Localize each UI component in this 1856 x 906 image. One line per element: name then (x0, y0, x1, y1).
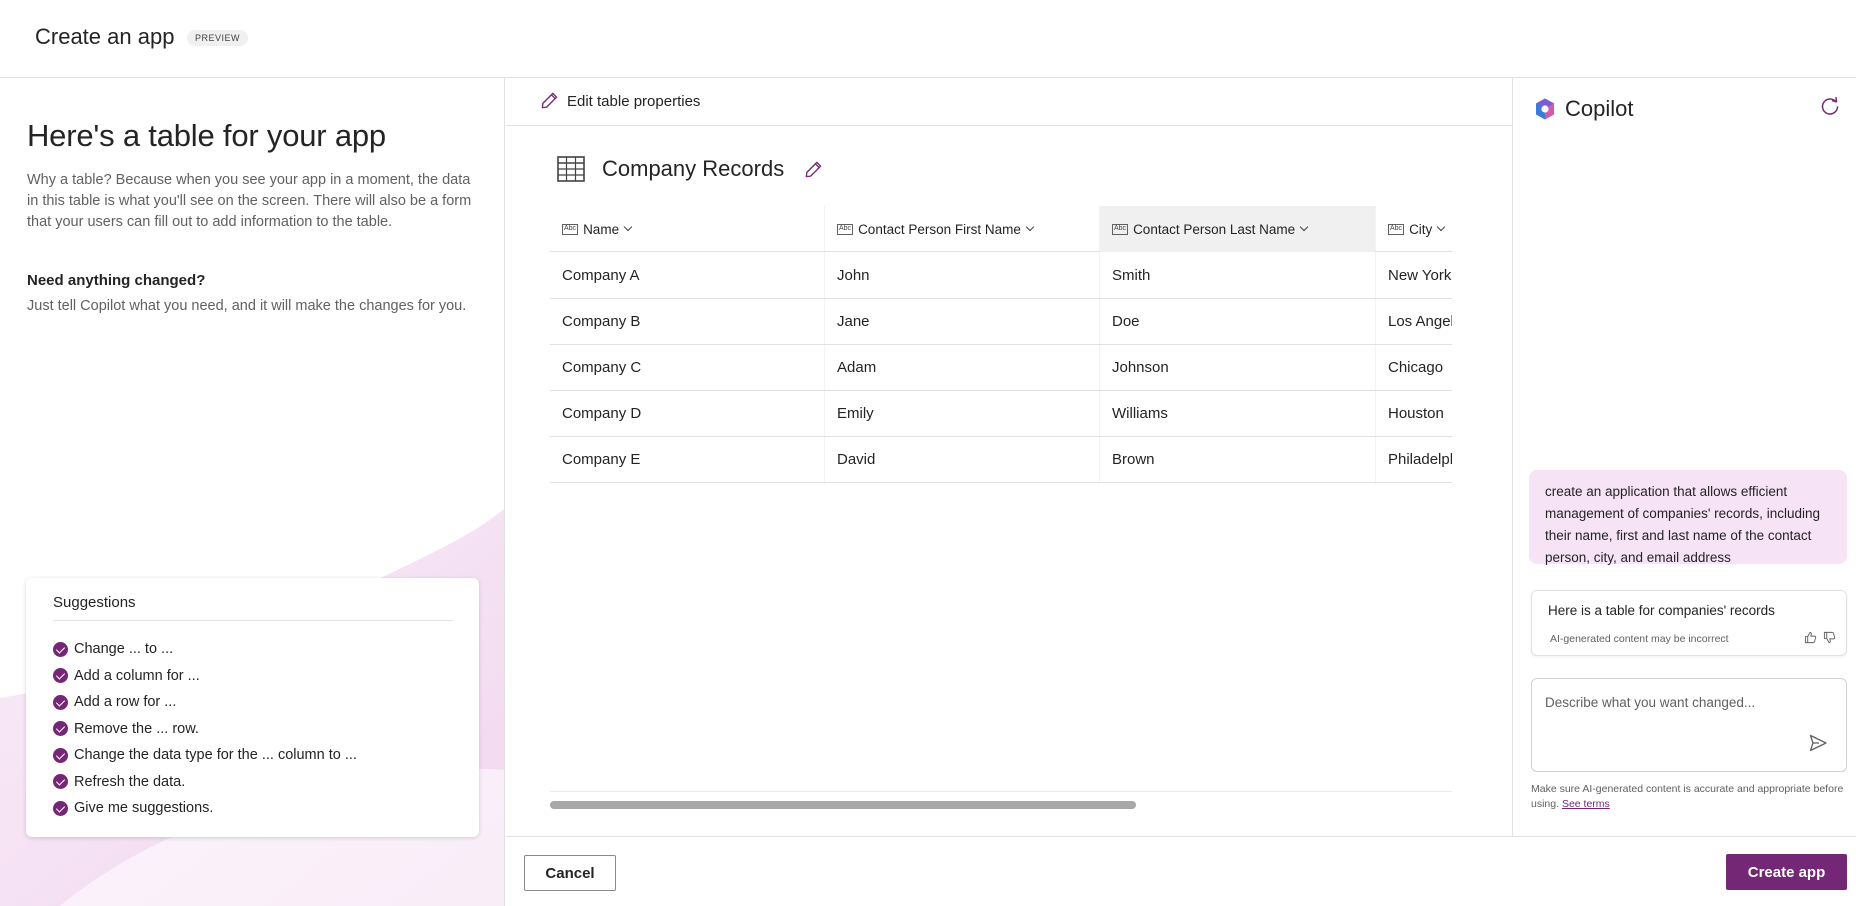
suggestion-item[interactable]: Change ... to ... (53, 636, 357, 663)
suggestion-item[interactable]: Refresh the data. (53, 769, 357, 796)
cell-first-name[interactable]: David (825, 437, 1099, 483)
suggestion-item[interactable]: Remove the ... row. (53, 716, 357, 743)
section-heading: Here's a table for your app (27, 118, 386, 153)
need-changed-title: Need anything changed? (27, 272, 206, 289)
edit-table-name-icon[interactable] (804, 160, 823, 179)
suggestions-title: Suggestions (53, 594, 136, 611)
column-header-first-name[interactable]: Abc Contact Person First Name (825, 206, 1099, 252)
copilot-pane: Copilot create an application that allow… (1512, 78, 1856, 836)
table-row[interactable]: Company D Emily Williams Houston (550, 391, 1452, 437)
ai-disclaimer: AI-generated content may be incorrect (1550, 633, 1729, 645)
user-message: create an application that allows effici… (1529, 470, 1847, 565)
section-description: Why a table? Because when you see your a… (27, 172, 472, 230)
pencil-icon (541, 92, 558, 109)
scrollbar-track (550, 791, 1452, 792)
text-type-icon: Abc (562, 223, 579, 235)
need-changed-description: Just tell Copilot what you need, and it … (27, 298, 467, 314)
suggestion-item[interactable]: Change the data type for the ... column … (53, 742, 357, 769)
column-header-name[interactable]: Abc Name (550, 206, 824, 252)
preview-badge: PREVIEW (187, 30, 249, 46)
table-icon (557, 156, 585, 182)
input-placeholder: Describe what you want changed... (1545, 695, 1756, 710)
checkmark-icon (53, 800, 68, 816)
copilot-header: Copilot (1533, 96, 1633, 122)
cell-first-name[interactable]: Jane (825, 299, 1099, 345)
cell-city[interactable]: Philadelphia (1376, 437, 1452, 483)
cell-first-name[interactable]: Adam (825, 345, 1099, 391)
page-title: Create an app (35, 24, 175, 49)
data-table: Abc Name Abc Contact Person First Name A… (550, 206, 1452, 484)
chevron-down-icon (1299, 222, 1309, 232)
table-row[interactable]: Company A John Smith New York (550, 253, 1452, 299)
cell-name[interactable]: Company E (550, 437, 824, 483)
table-pane: Edit table properties Company Records Ab… (506, 78, 1512, 836)
checkmark-icon (53, 694, 68, 710)
suggestions-list: Change ... to ... Add a column for ... A… (53, 636, 357, 822)
text-type-icon: Abc (1112, 223, 1129, 235)
text-type-icon: Abc (1388, 223, 1405, 235)
edit-table-properties-label: Edit table properties (567, 93, 701, 110)
thumbs-up-icon[interactable] (1804, 631, 1817, 644)
column-header-city[interactable]: Abc City (1376, 206, 1452, 252)
suggestion-item[interactable]: Add a column for ... (53, 663, 357, 690)
edit-table-properties-button[interactable]: Edit table properties (506, 78, 1512, 126)
thumbs-down-icon[interactable] (1823, 631, 1836, 644)
suggestion-item[interactable]: Give me suggestions. (53, 795, 357, 822)
cell-last-name[interactable]: Brown (1100, 437, 1375, 483)
text-type-icon: Abc (837, 223, 854, 235)
cell-city[interactable]: New York (1376, 253, 1452, 299)
cell-city[interactable]: Los Angeles (1376, 299, 1452, 345)
checkmark-icon (53, 641, 68, 657)
table-name: Company Records (602, 156, 785, 181)
footer-bar: Cancel Create app (506, 836, 1856, 906)
cell-name[interactable]: Company A (550, 253, 824, 299)
cell-name[interactable]: Company C (550, 345, 824, 391)
suggestions-card: Suggestions Change ... to ... Add a colu… (26, 578, 479, 837)
cell-name[interactable]: Company D (550, 391, 824, 437)
table-row[interactable]: Company E David Brown Philadelphia (550, 437, 1452, 483)
divider (53, 620, 453, 621)
cell-last-name[interactable]: Williams (1100, 391, 1375, 437)
chevron-down-icon (1025, 222, 1035, 232)
column-header-last-name[interactable]: Abc Contact Person Last Name (1100, 206, 1375, 252)
cell-first-name[interactable]: John (825, 253, 1099, 299)
see-terms-link[interactable]: See terms (1562, 798, 1610, 810)
checkmark-icon (53, 747, 68, 763)
copilot-logo-icon (1536, 98, 1554, 120)
send-icon[interactable] (1808, 733, 1828, 753)
copilot-footer-note: Make sure AI-generated content is accura… (1531, 783, 1844, 810)
cell-last-name[interactable]: Smith (1100, 253, 1375, 299)
checkmark-icon (53, 774, 68, 790)
assistant-message-text: Here is a table for companies' records (1548, 603, 1775, 618)
horizontal-scrollbar[interactable] (550, 801, 1136, 809)
table-row[interactable]: Company C Adam Johnson Chicago (550, 345, 1452, 391)
copilot-title: Copilot (1565, 96, 1634, 121)
table-title-row: Company Records (556, 154, 823, 184)
table-row[interactable]: Company B Jane Doe Los Angeles (550, 299, 1452, 345)
cell-city[interactable]: Houston (1376, 391, 1452, 437)
cell-last-name[interactable]: Johnson (1100, 345, 1375, 391)
cell-city[interactable]: Chicago (1376, 345, 1452, 391)
chevron-down-icon (623, 222, 633, 232)
cell-first-name[interactable]: Emily (825, 391, 1099, 437)
cancel-button[interactable]: Cancel (524, 855, 616, 891)
checkmark-icon (53, 668, 68, 684)
table-header: Abc Name Abc Contact Person First Name A… (550, 206, 1452, 252)
assistant-message: Here is a table for companies' records A… (1531, 590, 1847, 656)
suggestion-item[interactable]: Add a row for ... (53, 689, 357, 716)
create-app-button[interactable]: Create app (1726, 854, 1847, 890)
cell-name[interactable]: Company B (550, 299, 824, 345)
checkmark-icon (53, 721, 68, 737)
app-header: Create an app PREVIEW (0, 0, 1856, 78)
feedback-buttons (1804, 631, 1836, 644)
refresh-icon[interactable] (1819, 96, 1841, 118)
chevron-down-icon (1437, 222, 1446, 232)
copilot-input[interactable]: Describe what you want changed... (1531, 678, 1847, 772)
cell-last-name[interactable]: Doe (1100, 299, 1375, 345)
left-pane: Here's a table for your app Why a table?… (0, 78, 505, 906)
